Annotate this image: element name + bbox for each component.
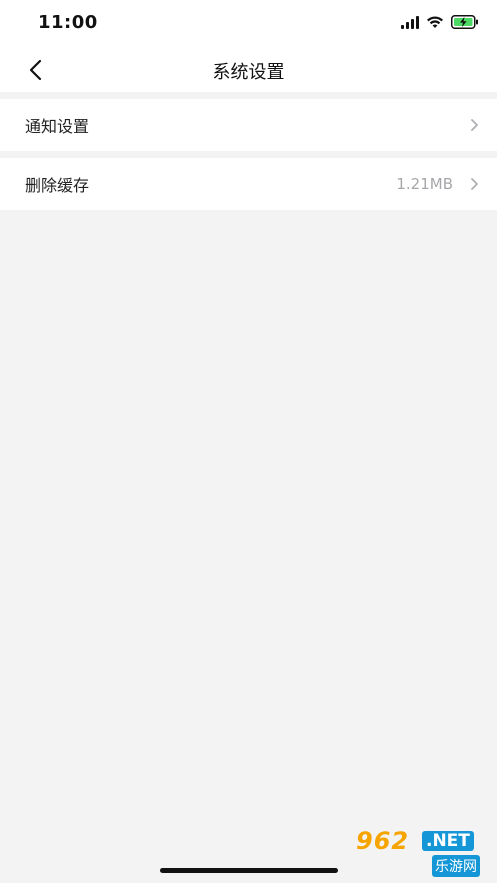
status-time: 11:00: [38, 12, 98, 33]
row-label: 删除缓存: [25, 176, 90, 195]
chevron-right-icon: [468, 177, 480, 191]
watermark-logo: 962 .NET 乐游网: [350, 827, 485, 877]
status-bar: 11:00: [0, 0, 497, 46]
chevron-right-icon: [468, 118, 480, 132]
watermark-site-name: 乐游网: [432, 855, 480, 877]
signal-icon: [401, 15, 419, 29]
notification-settings-row[interactable]: 通知设置: [0, 99, 497, 151]
row-label: 通知设置: [25, 117, 90, 136]
watermark-number: 962: [356, 827, 410, 855]
battery-charging-icon: [451, 15, 478, 29]
clear-cache-row[interactable]: 删除缓存 1.21MB: [0, 158, 497, 210]
status-icons: [401, 15, 479, 29]
page-title: 系统设置: [212, 62, 285, 83]
wifi-icon: [427, 16, 443, 28]
cache-size-value: 1.21MB: [396, 175, 453, 193]
navigation-bar: 系统设置: [0, 46, 497, 92]
watermark-net: .NET: [422, 831, 474, 851]
home-indicator[interactable]: [160, 868, 338, 873]
